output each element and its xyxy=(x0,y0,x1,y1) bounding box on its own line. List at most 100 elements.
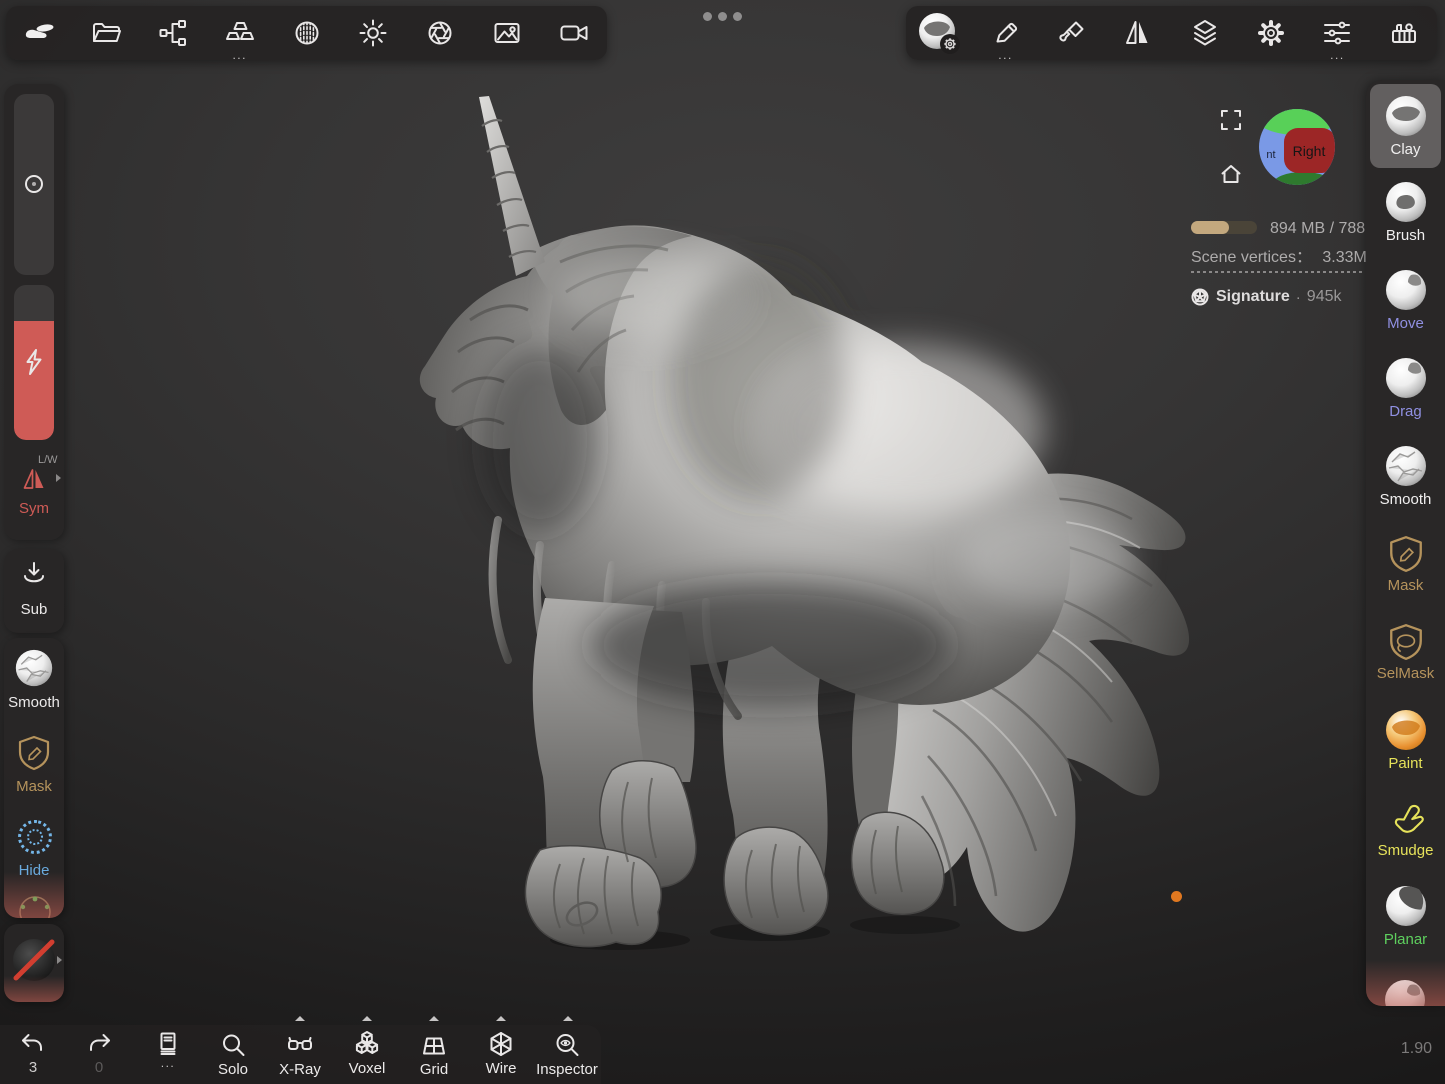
tool-smudge[interactable]: Smudge xyxy=(1366,784,1445,872)
notes-more: ... xyxy=(161,1060,176,1066)
grid-button[interactable]: Grid xyxy=(409,1025,459,1084)
home-view-icon[interactable] xyxy=(1220,163,1242,185)
lighting-button[interactable] xyxy=(340,6,407,60)
sym-mode-label: L/W xyxy=(38,454,58,466)
tool-move[interactable]: Move xyxy=(1366,256,1445,344)
environment-button[interactable] xyxy=(273,6,340,60)
intensity-slider[interactable] xyxy=(14,285,54,440)
sliders-icon xyxy=(1322,18,1352,48)
redo-button[interactable]: 0 xyxy=(74,1025,124,1084)
tool-brush[interactable]: Brush xyxy=(1366,168,1445,256)
xray-button[interactable]: X-Ray xyxy=(273,1025,327,1084)
planar-ball-icon xyxy=(1384,884,1428,928)
inspector-eye-icon xyxy=(552,1031,582,1061)
paint-ball-icon xyxy=(1384,708,1428,752)
light-sun-icon xyxy=(358,18,388,48)
app-version: 1.90 xyxy=(1380,1040,1432,1058)
left-stroke-panel: L/W Sym xyxy=(4,84,64,540)
postprocess-button[interactable] xyxy=(407,6,474,60)
caret-up-icon xyxy=(429,1016,439,1021)
undo-button[interactable]: 3 xyxy=(8,1025,58,1084)
alpha-off-icon[interactable] xyxy=(11,937,57,983)
voxel-label: Voxel xyxy=(349,1060,386,1077)
sym-expand-arrow-icon[interactable] xyxy=(56,474,61,482)
xray-glasses-icon xyxy=(285,1031,315,1061)
tool-clay[interactable]: Clay xyxy=(1370,84,1441,168)
active-material-button[interactable] xyxy=(906,6,972,60)
intensity-fill xyxy=(14,321,54,440)
tool-planar[interactable]: Planar xyxy=(1366,872,1445,960)
scene-graph-icon xyxy=(158,18,188,48)
voxel-cubes-icon xyxy=(352,1030,382,1060)
pencil-icon xyxy=(991,18,1021,48)
solo-magnifier-icon xyxy=(218,1031,248,1061)
tool-smooth[interactable]: Smooth xyxy=(1366,432,1445,520)
toolbox-icon xyxy=(1389,18,1419,48)
app-window: ... xyxy=(0,0,1445,1084)
radius-icon xyxy=(24,174,44,194)
fullscreen-icon[interactable] xyxy=(1220,109,1242,131)
stats-divider xyxy=(1191,271,1363,273)
materials-more: ... xyxy=(232,50,247,60)
smooth-ball-icon xyxy=(1384,444,1428,488)
caret-up-icon xyxy=(362,1016,372,1021)
stroke-button[interactable]: ... xyxy=(972,6,1038,60)
sub-panel: Sub xyxy=(4,549,64,633)
sub-button[interactable]: Sub xyxy=(4,601,64,618)
gizmo-partial-icon xyxy=(17,894,53,918)
tool-selmask[interactable]: SelMask xyxy=(1366,608,1445,696)
next-tool-partial-icon xyxy=(1383,978,1427,1006)
sym-button[interactable]: Sym xyxy=(4,500,64,517)
symmetry-small-icon xyxy=(22,468,48,490)
wireframe-icon xyxy=(486,1030,516,1060)
camera-aperture-icon xyxy=(425,18,455,48)
symmetry-button[interactable] xyxy=(1105,6,1171,60)
hide-quick-button[interactable]: Hide xyxy=(4,862,64,879)
nomad-logo-button[interactable] xyxy=(6,6,73,60)
scene-graph-button[interactable] xyxy=(140,6,207,60)
matcap-sphere-icon xyxy=(292,18,322,48)
interface-button[interactable]: ... xyxy=(1304,6,1370,60)
tool-label: Clay xyxy=(1390,141,1420,158)
settings-button[interactable] xyxy=(1238,6,1304,60)
files-button[interactable] xyxy=(73,6,140,60)
tool-label: Paint xyxy=(1388,755,1422,772)
material-sphere-icon xyxy=(916,10,962,56)
alpha-expand-arrow-icon[interactable] xyxy=(57,956,62,964)
gizmo-front-label: Right xyxy=(1293,143,1326,159)
wire-button[interactable]: Wire xyxy=(476,1025,526,1084)
turntable-button[interactable] xyxy=(540,6,607,60)
solo-button[interactable]: Solo xyxy=(208,1025,258,1084)
painting-button[interactable] xyxy=(1039,6,1105,60)
material-ingots-icon xyxy=(224,20,256,46)
orientation-gizmo[interactable]: Right nt xyxy=(1258,108,1336,186)
radius-slider[interactable] xyxy=(14,94,54,275)
redo-icon xyxy=(85,1032,113,1058)
notes-button[interactable]: ... xyxy=(143,1025,193,1084)
solo-label: Solo xyxy=(218,1061,248,1078)
tool-label: Drag xyxy=(1389,403,1422,420)
vertices-value: 3.33M xyxy=(1322,249,1366,266)
background-button[interactable] xyxy=(473,6,540,60)
layers-button[interactable] xyxy=(1172,6,1238,60)
tool-mask[interactable]: Mask xyxy=(1366,520,1445,608)
materials-button[interactable]: ... xyxy=(206,6,273,60)
clay-ball-icon xyxy=(1384,94,1428,138)
bottom-toolbar: 3 0 ... Solo X-Ra xyxy=(0,1025,601,1084)
tool-paint[interactable]: Paint xyxy=(1366,696,1445,784)
voxel-button[interactable]: Voxel xyxy=(342,1025,392,1084)
tool-drag[interactable]: Drag xyxy=(1366,344,1445,432)
tool-label: Brush xyxy=(1386,227,1425,244)
smooth-quick-button[interactable]: Smooth xyxy=(4,694,64,711)
mask-shield-icon xyxy=(15,734,53,772)
left-tools-panel: Smooth Mask Hide xyxy=(4,638,64,918)
mask-quick-button[interactable]: Mask xyxy=(4,778,64,795)
object-count: 945k xyxy=(1307,288,1342,306)
inspector-button[interactable]: Inspector xyxy=(533,1025,601,1084)
settings-gear-icon xyxy=(1256,18,1286,48)
background-image-icon xyxy=(492,18,522,48)
debug-toolbox-button[interactable] xyxy=(1371,6,1437,60)
top-right-toolbar: ... xyxy=(906,6,1437,60)
nomad-logo-icon xyxy=(19,18,59,48)
object-row[interactable]: Signature · 945k xyxy=(1191,288,1342,306)
